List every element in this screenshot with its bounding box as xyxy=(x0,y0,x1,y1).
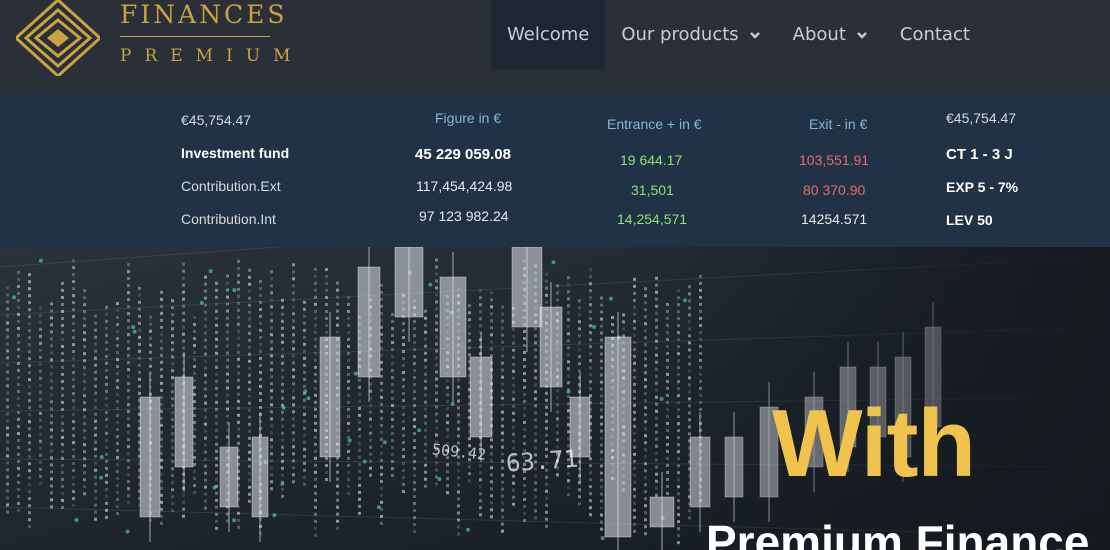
info-exp: EXP 5 - 7% xyxy=(946,179,1019,195)
row-label-contribution-ext: Contribution.Ext xyxy=(181,178,281,194)
entrance-value: 19 644.17 xyxy=(620,152,683,168)
row-label-contribution-int: Contribution.Int xyxy=(181,211,276,227)
nav-label: About xyxy=(792,24,846,45)
nav-welcome[interactable]: Welcome xyxy=(491,0,606,69)
ticker-price-left: €45,754.47 xyxy=(181,112,252,128)
logo[interactable]: FINANCES PREMIUM xyxy=(16,0,291,80)
chevron-down-icon xyxy=(857,31,867,39)
hero-headline: With xyxy=(772,390,976,497)
nav-our-products[interactable]: Our products xyxy=(605,0,776,69)
col-header-exit: Exit - in € xyxy=(809,116,868,132)
logo-wordmark-top: FINANCES xyxy=(120,0,288,29)
nav-label: Our products xyxy=(621,24,739,45)
info-ct: CT 1 - 3 J xyxy=(946,146,1013,163)
logo-wordmark-bottom: PREMIUM xyxy=(120,46,304,66)
chevron-down-icon xyxy=(749,31,760,39)
exit-value: 103,551.91 xyxy=(799,152,870,168)
chart-number-large: 63.71 xyxy=(505,444,580,478)
entrance-value: 31,501 xyxy=(631,182,674,198)
hero-banner: 509.42 63.71 With Premium Finance xyxy=(0,247,1110,550)
col-header-figure: Figure in € xyxy=(435,110,502,126)
site-header: FINANCES PREMIUM Welcome Our products Ab… xyxy=(0,0,1110,94)
exit-value: 14254.571 xyxy=(801,211,868,227)
ticker-price-right: €45,754.47 xyxy=(946,110,1017,126)
info-lev: LEV 50 xyxy=(946,212,993,228)
logo-divider xyxy=(120,36,270,37)
nav-contact[interactable]: Contact xyxy=(884,0,986,69)
row-label-investment-fund: Investment fund xyxy=(181,145,290,161)
market-ticker: €45,754.47 Investment fund Contribution.… xyxy=(0,94,1110,247)
col-header-entrance: Entrance + in € xyxy=(607,116,702,132)
figure-value: 97 123 982.24 xyxy=(419,208,509,224)
figure-value: 117,454,424.98 xyxy=(416,178,513,194)
diamond-logo-icon xyxy=(16,0,100,76)
figure-value: 45 229 059.08 xyxy=(415,146,511,163)
main-nav: Welcome Our products About Contact xyxy=(491,0,986,69)
nav-about[interactable]: About xyxy=(777,0,884,69)
exit-value: 80 370.90 xyxy=(803,182,866,198)
hero-subheadline: Premium Finance xyxy=(706,516,1090,550)
nav-label: Contact xyxy=(899,24,970,45)
nav-label: Welcome xyxy=(507,24,590,45)
entrance-value: 14,254,571 xyxy=(617,211,688,227)
